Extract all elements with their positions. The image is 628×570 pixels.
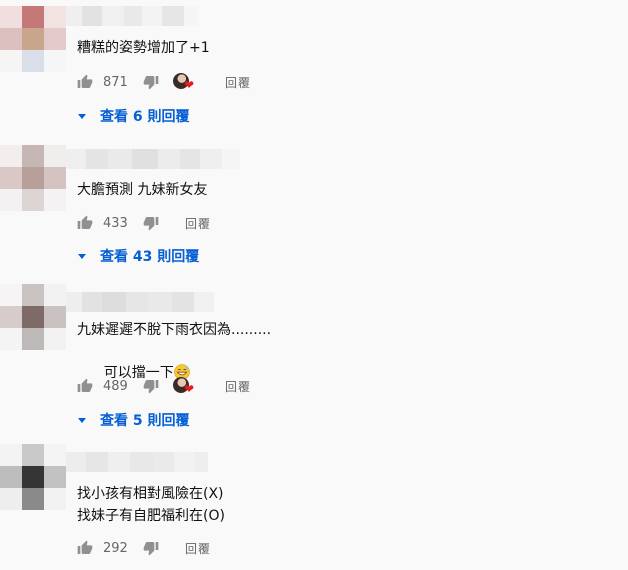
thumb-up-icon[interactable]: [77, 215, 93, 231]
heart-icon: ❤: [184, 78, 195, 92]
author-name-pixelated[interactable]: [66, 452, 208, 472]
view-replies-button[interactable]: 查看 43 則回覆: [77, 245, 199, 267]
comment-text-line: 找妹子有自肥福利在(O): [77, 508, 225, 524]
comment-text-line: 九妹遲遲不脫下雨衣因為.........: [77, 322, 272, 338]
avatar-pixelated[interactable]: [0, 444, 66, 510]
comment-text-line: 找小孩有相對風險在(X): [77, 486, 224, 502]
thumb-up-icon[interactable]: [77, 540, 93, 556]
view-replies-label: 查看 5 則回覆: [100, 413, 190, 429]
view-replies-label: 查看 43 則回覆: [100, 249, 200, 265]
thumb-down-icon[interactable]: [143, 74, 159, 90]
avatar-pixelated[interactable]: [0, 6, 66, 72]
creator-heart-icon: ❤: [173, 376, 197, 396]
reply-button[interactable]: 回覆: [185, 540, 211, 557]
reply-button[interactable]: 回覆: [225, 378, 251, 395]
view-replies-button[interactable]: 查看 6 則回覆: [77, 105, 190, 127]
thumb-up-icon[interactable]: [77, 378, 93, 394]
thumb-down-icon[interactable]: [143, 215, 159, 231]
reply-button[interactable]: 回覆: [185, 215, 211, 232]
like-count: 292: [103, 540, 128, 556]
like-count: 489: [103, 378, 128, 394]
thumb-up-icon[interactable]: [77, 74, 93, 90]
thumb-down-icon[interactable]: [143, 378, 159, 394]
comment-text-line: 可以擋一下: [77, 340, 190, 406]
caret-down-icon: [78, 253, 86, 259]
reply-button[interactable]: 回覆: [225, 74, 251, 91]
author-name-pixelated[interactable]: [66, 149, 240, 169]
view-replies-button[interactable]: 查看 5 則回覆: [77, 409, 190, 431]
author-name-pixelated[interactable]: [66, 292, 214, 312]
comment-actions: 489 ❤ 回覆: [77, 376, 251, 396]
author-name-pixelated[interactable]: [66, 6, 198, 26]
heart-icon: ❤: [184, 382, 195, 396]
view-replies-label: 查看 6 則回覆: [100, 109, 190, 125]
caret-down-icon: [78, 417, 86, 423]
caret-down-icon: [78, 113, 86, 119]
comment-actions: 433 回覆: [77, 213, 211, 233]
comment-text: 大膽預測 九妹新女友: [77, 182, 208, 198]
like-count: 871: [103, 74, 128, 90]
comments-section: 糟糕的姿勢增加了+1 871 ❤ 回覆 查看 6 則回覆 大膽預測 九妹新女友 …: [0, 0, 628, 570]
avatar-pixelated[interactable]: [0, 284, 66, 350]
creator-heart-icon: ❤: [173, 72, 197, 92]
avatar-pixelated[interactable]: [0, 145, 66, 211]
comment-text: 糟糕的姿勢增加了+1: [77, 40, 210, 56]
thumb-down-icon[interactable]: [143, 540, 159, 556]
comment-actions: 292 回覆: [77, 538, 211, 558]
comment-actions: 871 ❤ 回覆: [77, 72, 251, 92]
like-count: 433: [103, 215, 128, 231]
